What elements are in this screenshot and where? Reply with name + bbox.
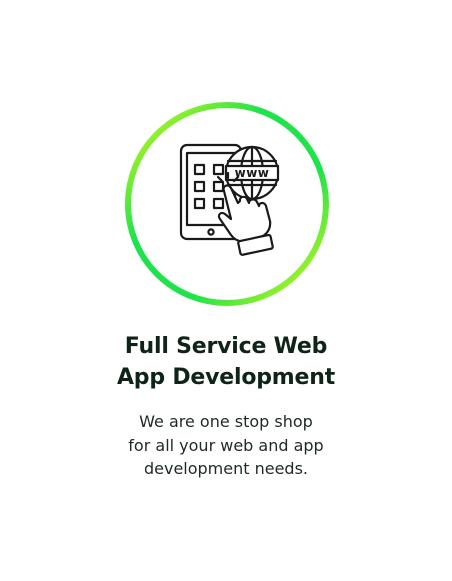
service-description: We are one stop shop for all your web an… [0, 410, 452, 481]
tablet-tap-globe-icon: www [179, 143, 280, 256]
service-title-line-1: Full Service Web [124, 334, 328, 359]
service-desc-line-3: development needs. [143, 459, 309, 478]
service-desc-line-2: for all your web and app [128, 435, 324, 455]
globe-www-label: www [235, 166, 270, 180]
service-card: www Full Service Web App Development We … [0, 0, 452, 581]
service-title: Full Service Web App Development [0, 331, 452, 393]
service-desc-line-1: We are one stop shop [139, 412, 313, 431]
service-title-line-2: App Development [116, 365, 336, 390]
